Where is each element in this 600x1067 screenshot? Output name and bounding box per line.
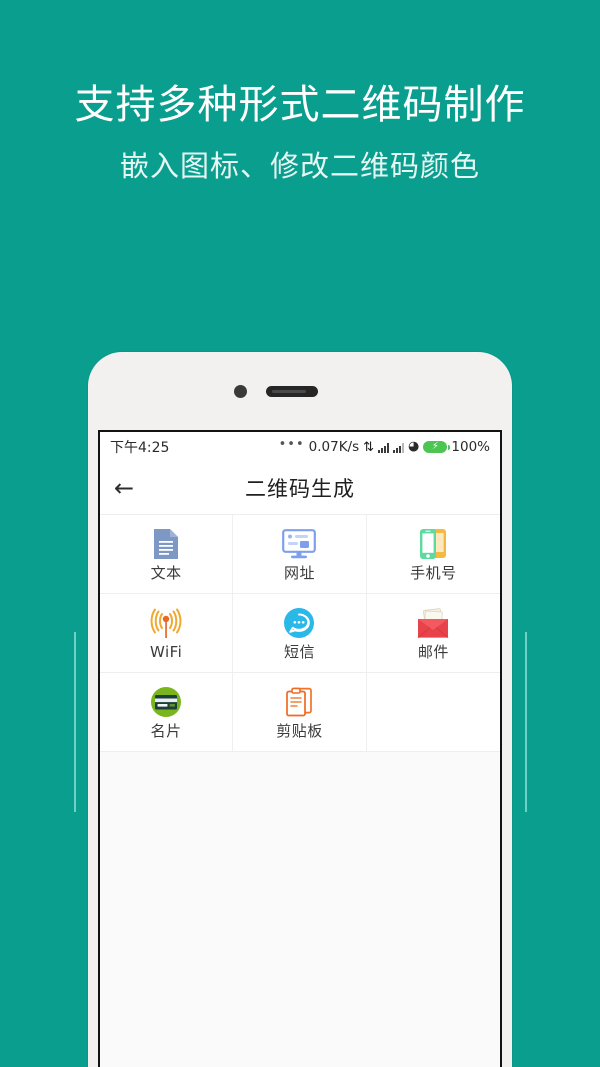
grid-item-empty (366, 673, 500, 752)
phones-icon (413, 527, 453, 561)
grid-item-sms[interactable]: 短信 (233, 594, 367, 673)
left-accent-line (74, 632, 76, 812)
hero-title: 支持多种形式二维码制作 (74, 82, 526, 128)
grid-item-label: 剪贴板 (276, 722, 323, 740)
phone-screen: 下午4:25 ••• 0.07K/s ⇅ ◕ ⚡ 100% ← 二维码生成 文本… (98, 430, 502, 1067)
wifi-antenna-icon (146, 606, 186, 640)
back-arrow-icon[interactable]: ← (100, 476, 148, 500)
wifi-icon: ◕ (408, 438, 420, 454)
document-icon (146, 527, 186, 561)
front-camera-icon (234, 385, 247, 398)
battery-percent-label: 100% (451, 439, 490, 455)
grid-item-label: 手机号 (410, 564, 457, 582)
app-bar: ← 二维码生成 (100, 462, 500, 515)
status-bar-indicators: ••• 0.07K/s ⇅ ◕ ⚡ 100% (278, 436, 490, 456)
status-bar-time: 下午4:25 (110, 440, 170, 456)
bluetooth-icon: ⇅ (363, 439, 375, 455)
grid-item-label: WiFi (149, 643, 183, 661)
overflow-dots-icon: ••• (278, 436, 305, 452)
grid-item-email[interactable]: 邮件 (366, 594, 500, 673)
grid-item-label: 邮件 (417, 643, 449, 661)
grid-item-business-card[interactable]: 名片 (100, 673, 234, 752)
grid-item-label: 文本 (150, 564, 182, 582)
earpiece-speaker-icon (266, 386, 318, 397)
grid-item-url[interactable]: 网址 (233, 515, 367, 594)
hero-text-block: 支持多种形式二维码制作 嵌入图标、修改二维码颜色 (0, 78, 600, 186)
grid-item-label: 短信 (283, 643, 315, 661)
business-card-icon (146, 685, 186, 719)
status-bar: 下午4:25 ••• 0.07K/s ⇅ ◕ ⚡ 100% (100, 432, 500, 462)
right-accent-line (525, 632, 527, 812)
clipboard-icon (279, 685, 319, 719)
signal-bars-icon-2 (393, 442, 405, 453)
charging-bolt-icon: ⚡ (431, 441, 439, 452)
grid-item-phone-number[interactable]: 手机号 (366, 515, 500, 594)
chat-bubble-icon (279, 606, 319, 640)
app-content-area (100, 752, 500, 1067)
hero-subtitle: 嵌入图标、修改二维码颜色 (119, 149, 480, 183)
empty-icon (413, 693, 453, 727)
monitor-icon (279, 527, 319, 561)
phone-mockup: 下午4:25 ••• 0.07K/s ⇅ ◕ ⚡ 100% ← 二维码生成 文本… (88, 352, 512, 1067)
envelope-icon (413, 606, 453, 640)
grid-item-label: 名片 (150, 722, 182, 740)
page-title: 二维码生成 (245, 477, 355, 501)
battery-charging-icon: ⚡ (423, 441, 450, 453)
grid-item-text[interactable]: 文本 (100, 515, 234, 594)
network-speed-label: 0.07K/s (308, 439, 360, 455)
qr-type-grid: 文本 网址 手机号 WiFi 短信 邮件 名片 剪贴板 (100, 515, 500, 752)
grid-item-wifi[interactable]: WiFi (100, 594, 234, 673)
signal-bars-icon-1 (378, 442, 390, 453)
grid-item-label: 网址 (283, 564, 315, 582)
phone-bezel-top (88, 352, 512, 430)
promo-screen: 支持多种形式二维码制作 嵌入图标、修改二维码颜色 下午4:25 ••• 0.07… (0, 0, 600, 1067)
grid-item-clipboard[interactable]: 剪贴板 (233, 673, 367, 752)
